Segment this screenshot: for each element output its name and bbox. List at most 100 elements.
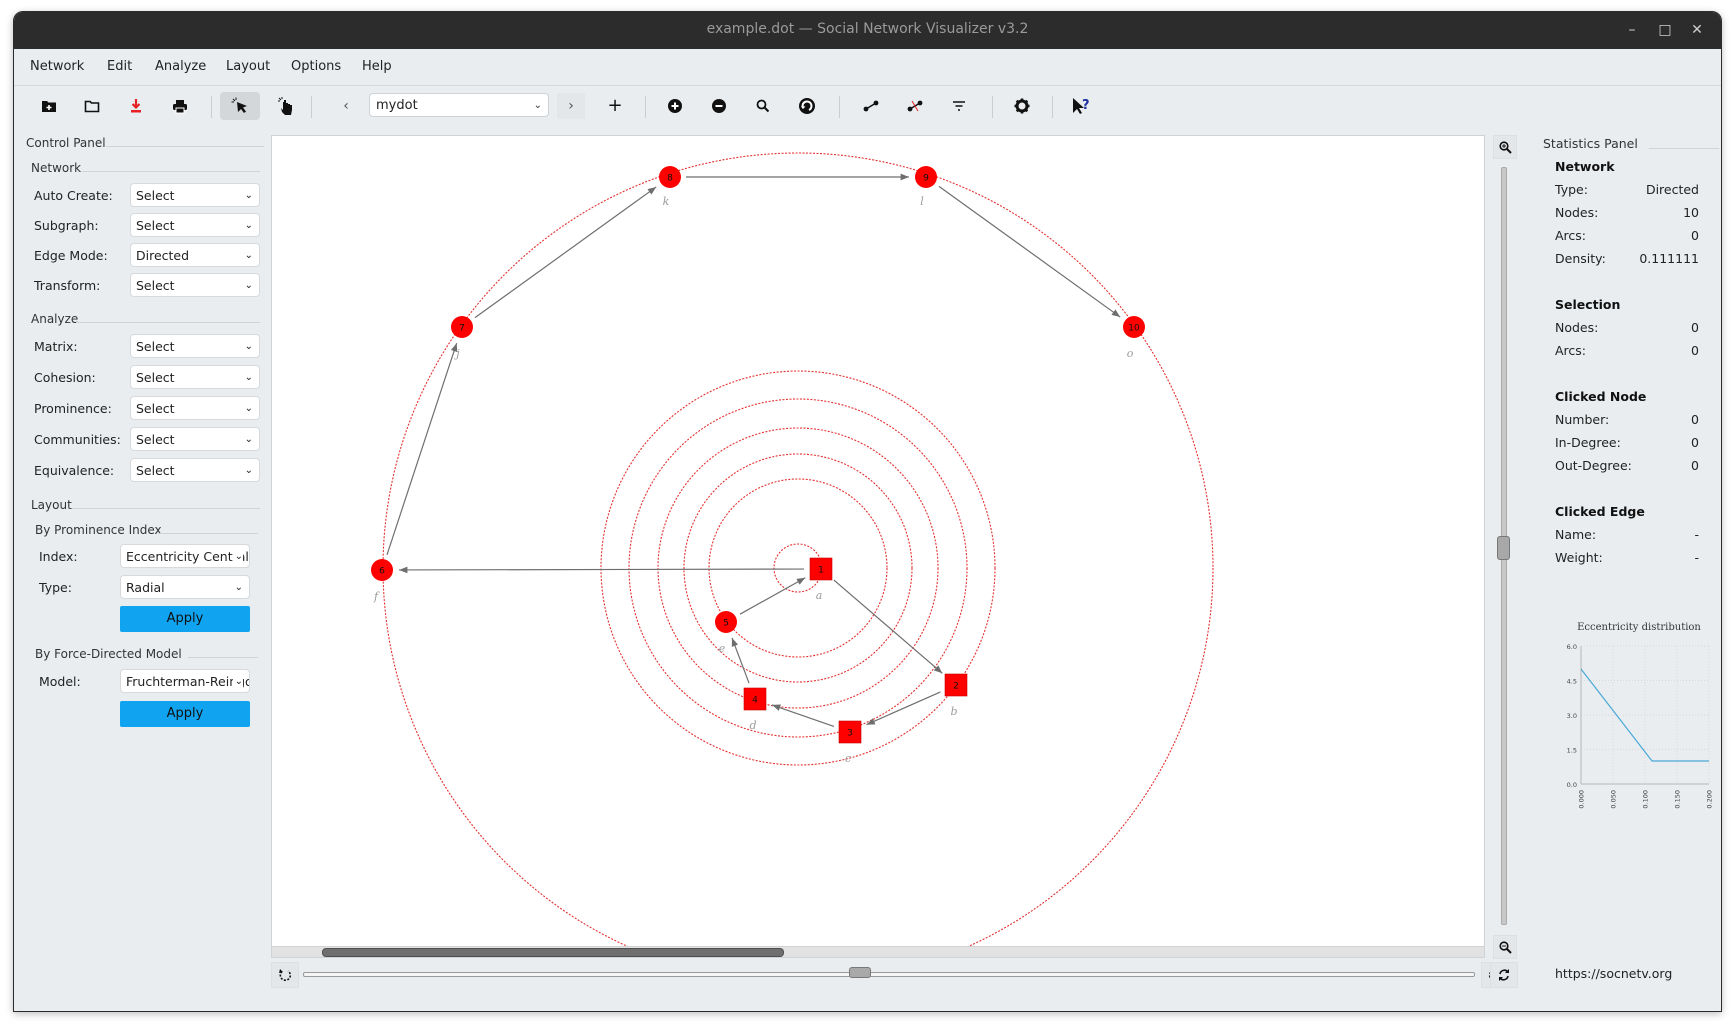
model-select[interactable]: Fruchterman-Reingold⌄	[120, 669, 250, 693]
maximize-button[interactable]: □	[1652, 18, 1678, 42]
node-number: 10	[1128, 324, 1140, 334]
communities-select[interactable]: Select ⌄	[130, 427, 260, 451]
reset-rotation-icon[interactable]	[1490, 962, 1518, 988]
node-label: c	[845, 752, 851, 765]
cohesion-value: Select	[136, 370, 175, 385]
node-number: 6	[379, 567, 385, 577]
node-6[interactable]: 6f	[371, 559, 393, 603]
node-number: 1	[818, 566, 824, 576]
transform-select[interactable]: Select ⌄	[130, 273, 260, 297]
edge-9-10[interactable]	[938, 185, 1121, 318]
matrix-label: Matrix:	[34, 339, 78, 354]
settings-icon[interactable]	[1007, 92, 1037, 120]
type-select[interactable]: Radial ⌄	[120, 575, 250, 599]
node-7[interactable]: 7j	[451, 316, 473, 360]
menu-network[interactable]: Network	[30, 59, 84, 74]
rotation-slider[interactable]	[303, 972, 1475, 977]
remove-edge-icon[interactable]	[900, 92, 930, 120]
website-link[interactable]: https://socnetv.org	[1555, 966, 1672, 981]
layout-group-title: Layout	[31, 498, 72, 512]
close-button[interactable]: ✕	[1684, 18, 1710, 42]
menu-help[interactable]: Help	[362, 59, 392, 74]
node-5[interactable]: 5e	[715, 611, 737, 655]
node-8[interactable]: 8k	[659, 166, 681, 208]
index-label: Index:	[39, 549, 78, 564]
graph-canvas[interactable]: 1 a 2 b 3 c 4 d 5 e 6 f 7 j 8 k 9 l 10 o	[271, 135, 1485, 947]
stat-label: In-Degree:	[1555, 435, 1621, 450]
zoom-out-icon[interactable]	[704, 92, 734, 120]
new-network-icon[interactable]	[34, 92, 64, 120]
rotation-slider-thumb[interactable]	[849, 967, 871, 978]
edge-7-8[interactable]	[474, 186, 657, 319]
rotate-icon[interactable]	[792, 92, 822, 120]
node-3[interactable]: 3c	[838, 720, 862, 765]
node-2[interactable]: 2b	[944, 673, 968, 718]
apply-force-button[interactable]: Apply	[120, 701, 250, 727]
menu-analyze[interactable]: Analyze	[155, 59, 206, 74]
menu-layout[interactable]: Layout	[226, 59, 270, 74]
select-cursor-icon[interactable]	[220, 92, 260, 120]
radial-guide-circle	[657, 427, 939, 709]
equivalence-select[interactable]: Select ⌄	[130, 458, 260, 482]
rotate-left-icon[interactable]	[271, 962, 299, 988]
node-10[interactable]: 10 o	[1123, 316, 1145, 360]
add-node-icon[interactable]: +	[601, 93, 629, 119]
menu-options[interactable]: Options	[291, 59, 341, 74]
auto-create-select[interactable]: Select ⌄	[130, 183, 260, 207]
zoom-slider-thumb[interactable]	[1497, 536, 1510, 560]
analyze-group-title: Analyze	[31, 312, 79, 326]
node-label: o	[1127, 347, 1134, 360]
index-select[interactable]: Eccentricity Centrality⌄	[120, 544, 250, 568]
menu-edit[interactable]: Edit	[107, 59, 132, 74]
title-bar: example.dot — Social Network Visualizer …	[14, 12, 1721, 49]
whats-this-icon[interactable]: ?	[1066, 92, 1096, 120]
edge-1-2[interactable]	[833, 579, 943, 674]
zoom-in-icon[interactable]	[660, 92, 690, 120]
divider	[106, 146, 264, 147]
previous-icon[interactable]: ‹	[332, 93, 360, 119]
node-1[interactable]: 1a	[809, 557, 833, 602]
prominence-select[interactable]: Select ⌄	[130, 396, 260, 420]
pan-hand-icon[interactable]	[271, 92, 301, 120]
cohesion-select[interactable]: Select ⌄	[130, 365, 260, 389]
stat-label: Out-Degree:	[1555, 458, 1632, 473]
chevron-down-icon: ⌄	[232, 670, 243, 692]
edge-1-6[interactable]	[398, 566, 805, 574]
graph-view[interactable]: 1a 2b 3c 4d5e 6f 7j 8k 9l 10 o	[272, 136, 1484, 946]
node-number: 4	[752, 696, 758, 706]
control-panel: Control Panel Network Auto Create: Selec…	[14, 126, 268, 1006]
chevron-down-icon: ⌄	[242, 274, 253, 296]
stat-edge-name-value: -	[1694, 527, 1699, 542]
chart-xtick-label: 0.200	[1706, 790, 1714, 809]
subgraph-value: Select	[136, 218, 175, 233]
divider	[82, 171, 260, 172]
stat-density-value: 0.111111	[1639, 251, 1699, 266]
zoom-in-icon[interactable]	[1493, 135, 1517, 159]
edge-4-5[interactable]	[731, 637, 750, 684]
edge-mode-select[interactable]: Directed ⌄	[130, 243, 260, 267]
find-node-icon[interactable]	[748, 92, 778, 120]
network-selector[interactable]: mydot ⌄	[369, 93, 549, 117]
stat-label: Nodes:	[1555, 320, 1599, 335]
print-icon[interactable]	[165, 92, 195, 120]
node-9[interactable]: 9l	[915, 166, 937, 208]
node-4[interactable]: 4d	[743, 687, 767, 732]
save-icon[interactable]	[121, 92, 151, 120]
next-icon[interactable]: ›	[557, 93, 585, 119]
horizontal-scrollbar[interactable]	[271, 946, 1485, 958]
matrix-select[interactable]: Select ⌄	[130, 334, 260, 358]
subgraph-select[interactable]: Select ⌄	[130, 213, 260, 237]
edge-2-3[interactable]	[866, 691, 941, 726]
communities-label: Communities:	[34, 432, 121, 447]
edge-6-7[interactable]	[386, 342, 458, 555]
add-edge-icon[interactable]	[856, 92, 886, 120]
cohesion-label: Cohesion:	[34, 370, 96, 385]
zoom-out-icon[interactable]	[1493, 935, 1517, 959]
toolbar-separator	[1052, 96, 1053, 118]
minimize-button[interactable]: –	[1619, 18, 1645, 42]
filter-icon[interactable]	[944, 92, 974, 120]
edge-5-1[interactable]	[739, 577, 806, 615]
apply-prominence-button[interactable]: Apply	[120, 606, 250, 632]
open-folder-icon[interactable]	[77, 92, 107, 120]
horizontal-scroll-thumb[interactable]	[322, 948, 784, 957]
